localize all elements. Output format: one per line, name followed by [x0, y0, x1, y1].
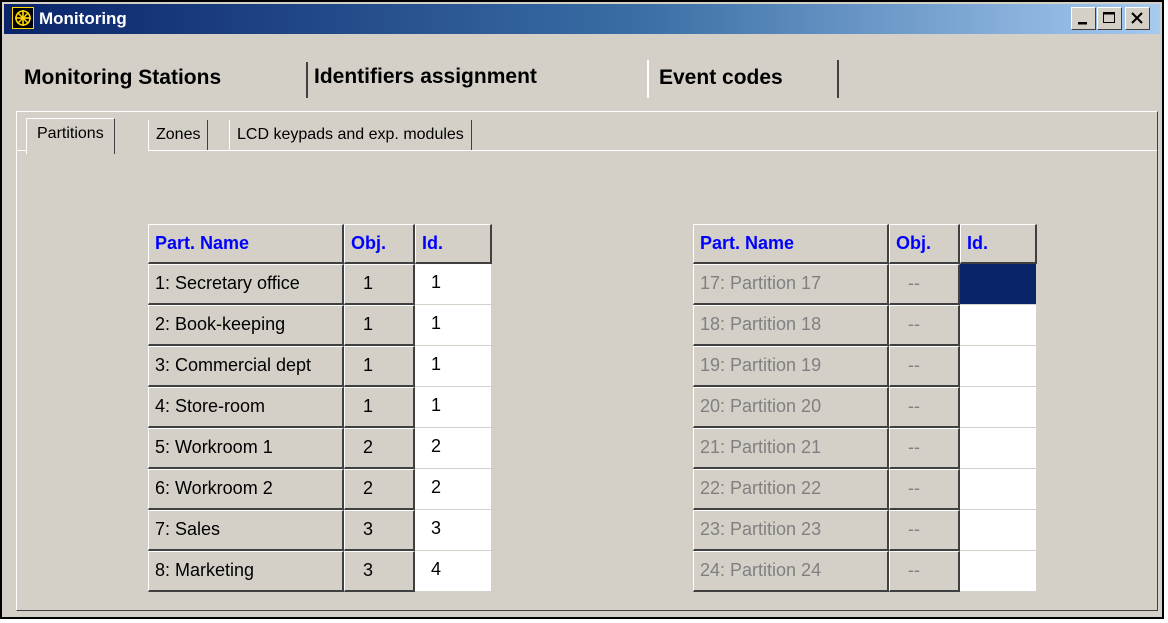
subtab-zones[interactable]: Zones [148, 120, 209, 150]
minimize-button[interactable] [1071, 7, 1096, 30]
partition-name-cell: 4: Store-room [148, 387, 344, 428]
partition-name-cell: 6: Workroom 2 [148, 469, 344, 510]
title-bar[interactable]: Monitoring [4, 4, 1160, 34]
window-title: Monitoring [39, 9, 127, 28]
object-cell: -- [889, 469, 960, 510]
object-cell: -- [889, 551, 960, 592]
maximize-icon [1103, 12, 1115, 23]
tab-separator [306, 62, 308, 98]
identifier-cell[interactable] [960, 387, 1037, 428]
identifier-cell[interactable]: 1 [415, 346, 492, 387]
column-header-name[interactable]: Part. Name [693, 224, 889, 264]
partition-name-cell: 8: Marketing [148, 551, 344, 592]
object-cell: 1 [344, 346, 415, 387]
object-cell: 2 [344, 428, 415, 469]
identifier-cell[interactable]: 1 [415, 305, 492, 346]
identifier-cell[interactable] [960, 469, 1037, 510]
column-header-name[interactable]: Part. Name [148, 224, 344, 264]
partition-name-cell: 2: Book-keeping [148, 305, 344, 346]
column-header-obj[interactable]: Obj. [889, 224, 960, 264]
partition-name-cell: 22: Partition 22 [693, 469, 889, 510]
column-header-id[interactable]: Id. [960, 224, 1037, 264]
partition-name-cell: 1: Secretary office [148, 264, 344, 305]
partition-name-cell: 21: Partition 21 [693, 428, 889, 469]
identifier-cell[interactable] [960, 305, 1037, 346]
object-cell: 1 [344, 387, 415, 428]
partition-name-cell: 5: Workroom 1 [148, 428, 344, 469]
object-cell: 1 [344, 305, 415, 346]
partition-name-cell: 23: Partition 23 [693, 510, 889, 551]
partition-name-cell: 7: Sales [148, 510, 344, 551]
object-cell: -- [889, 305, 960, 346]
identifier-cell[interactable] [960, 264, 1037, 305]
tab-monitoring-stations[interactable]: Monitoring Stations [24, 60, 221, 98]
object-cell: -- [889, 510, 960, 551]
column-header-id[interactable]: Id. [415, 224, 492, 264]
tab-identifiers-assignment[interactable]: Identifiers assignment [314, 56, 537, 98]
identifier-cell[interactable] [960, 346, 1037, 387]
identifier-cell[interactable]: 1 [415, 387, 492, 428]
identifier-cell[interactable]: 1 [415, 264, 492, 305]
subtab-lcd-keypads[interactable]: LCD keypads and exp. modules [229, 120, 472, 150]
partition-name-cell: 17: Partition 17 [693, 264, 889, 305]
maximize-button[interactable] [1097, 7, 1122, 30]
identifier-cell[interactable]: 4 [415, 551, 492, 592]
partition-name-cell: 24: Partition 24 [693, 551, 889, 592]
object-cell: -- [889, 387, 960, 428]
identifier-cell[interactable]: 2 [415, 469, 492, 510]
close-icon [1131, 12, 1143, 24]
column-header-obj[interactable]: Obj. [344, 224, 415, 264]
partition-name-cell: 19: Partition 19 [693, 346, 889, 387]
object-cell: 1 [344, 264, 415, 305]
minimize-icon [1078, 22, 1087, 25]
identifier-cell[interactable] [960, 428, 1037, 469]
identifier-cell[interactable] [960, 551, 1037, 592]
subtab-line [17, 150, 26, 151]
object-cell: 3 [344, 551, 415, 592]
object-cell: -- [889, 346, 960, 387]
monitoring-window: Monitoring Monitoring Stations Identifie… [0, 0, 1164, 619]
identifier-cell[interactable] [960, 510, 1037, 551]
monitoring-app-icon[interactable] [12, 7, 34, 29]
tab-event-codes[interactable]: Event codes [647, 60, 839, 98]
identifier-cell[interactable]: 2 [415, 428, 492, 469]
subtab-line [148, 150, 1157, 151]
close-button[interactable] [1125, 7, 1150, 30]
subtab-partitions[interactable]: Partitions [26, 118, 115, 154]
object-cell: -- [889, 428, 960, 469]
partition-name-cell: 20: Partition 20 [693, 387, 889, 428]
object-cell: 3 [344, 510, 415, 551]
partition-name-cell: 3: Commercial dept [148, 346, 344, 387]
identifier-cell[interactable]: 3 [415, 510, 492, 551]
object-cell: 2 [344, 469, 415, 510]
object-cell: -- [889, 264, 960, 305]
partition-name-cell: 18: Partition 18 [693, 305, 889, 346]
